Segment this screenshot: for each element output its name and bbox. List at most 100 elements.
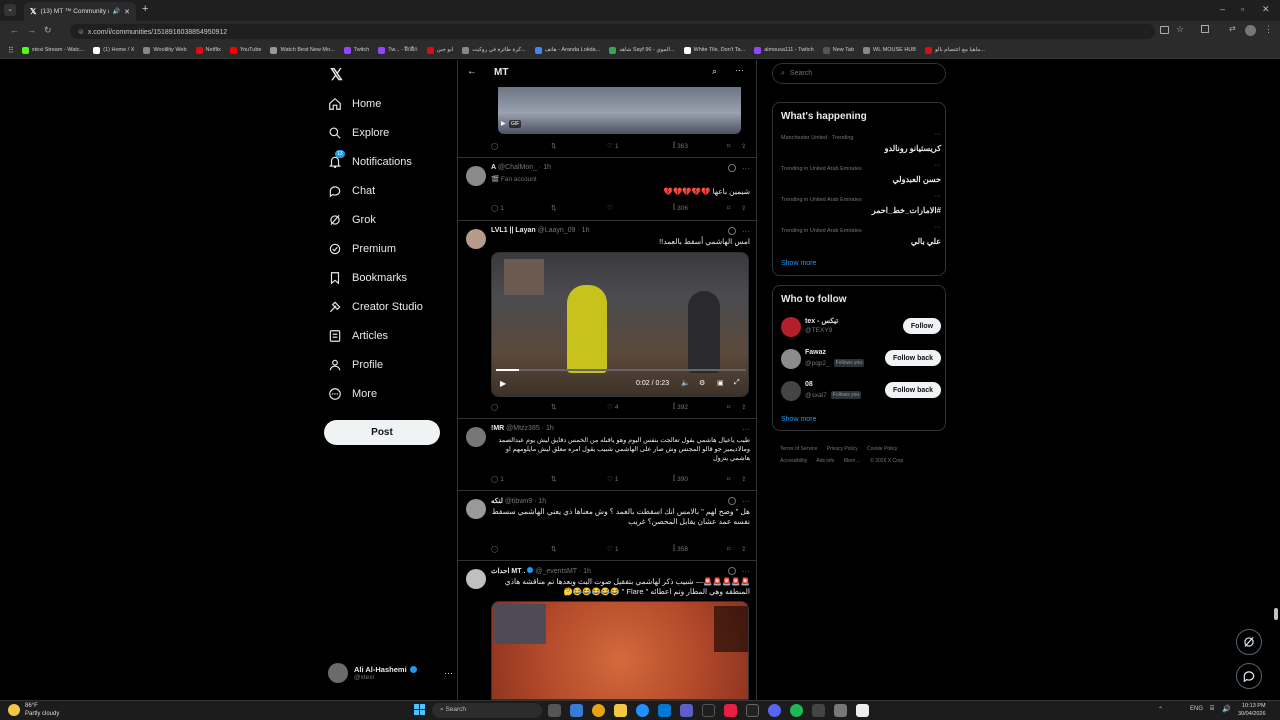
apps-grid-icon[interactable]: ⠿ bbox=[8, 46, 14, 55]
post-button[interactable]: Post bbox=[324, 420, 440, 445]
bookmark-tweet-icon[interactable]: ⌑ bbox=[727, 204, 730, 212]
community-more-icon[interactable]: ··· bbox=[735, 65, 744, 75]
nav-chat[interactable]: Chat bbox=[328, 179, 375, 203]
bookmark-item[interactable]: WL MOUSE HUB bbox=[863, 46, 916, 54]
views-button[interactable]: ⫿ 306 bbox=[673, 204, 688, 212]
browser-tab[interactable]: 𝕏 (13) MT ™ Community / X 🔊 ✕ bbox=[24, 2, 136, 21]
bookmark-tweet-icon[interactable]: ⌑ bbox=[727, 545, 730, 553]
tweet[interactable]: A @ChalMon_ · 1h 🎬 Fan account ··· شيمين… bbox=[458, 158, 756, 221]
tweet-avatar[interactable] bbox=[466, 499, 486, 519]
nav-more[interactable]: More bbox=[328, 382, 377, 406]
trend-item[interactable]: Manchester United · Trending ··· كريستيا… bbox=[781, 131, 941, 161]
bookmark-item[interactable]: ماهيا مع اعتصام بالو... bbox=[924, 46, 985, 54]
bookmark-item[interactable]: White Tile, Don't Ta... bbox=[683, 46, 745, 54]
follow-suggestion[interactable]: tex - تيكس @TEXY9 Follow bbox=[781, 315, 941, 339]
close-tab-icon[interactable]: ✕ bbox=[124, 8, 130, 16]
video-player[interactable]: ▶ 0:02 / 0:23 🔈 ⚙ ▣ ⤢ bbox=[491, 252, 749, 397]
footer-cookie-link[interactable]: Cookie Policy bbox=[867, 446, 897, 452]
task-view-icon[interactable] bbox=[548, 704, 561, 717]
tweet-author-name[interactable]: !MR bbox=[491, 425, 504, 432]
follow-suggestion[interactable]: Fawaz @pqp2_ Follows you Follow back bbox=[781, 347, 941, 371]
nav-profile[interactable]: Profile bbox=[328, 353, 383, 377]
windows-start-icon[interactable] bbox=[414, 704, 426, 716]
like-button[interactable]: ♡ 1 bbox=[607, 475, 618, 484]
account-more-icon[interactable]: ··· bbox=[444, 668, 453, 678]
back-arrow-icon[interactable]: ← bbox=[467, 66, 477, 77]
tweet-avatar[interactable] bbox=[466, 229, 486, 249]
forward-icon[interactable]: → bbox=[27, 25, 36, 35]
trend-more-icon[interactable]: ··· bbox=[934, 224, 941, 231]
nav-notifications[interactable]: 13 Notifications bbox=[328, 150, 412, 174]
bookmark-item[interactable]: YouTube bbox=[229, 46, 261, 54]
trends-show-more-link[interactable]: Show more bbox=[781, 260, 816, 267]
tweet-handle[interactable]: @Laayn_09 · 1h bbox=[538, 227, 590, 234]
minimize-button[interactable]: – bbox=[1220, 4, 1225, 14]
trend-more-icon[interactable]: ··· bbox=[934, 131, 941, 138]
tweet-author-name[interactable]: لنكه bbox=[491, 498, 503, 505]
pip-icon[interactable]: ▣ bbox=[717, 379, 724, 387]
bookmark-tweet-icon[interactable]: ⌑ bbox=[727, 403, 730, 411]
follow-show-more-link[interactable]: Show more bbox=[781, 416, 816, 423]
scrollbar-thumb[interactable] bbox=[1274, 608, 1278, 620]
x-logo-icon[interactable]: 𝕏 bbox=[330, 65, 343, 85]
reply-button[interactable]: ◯ 1 bbox=[491, 475, 504, 484]
notepad-icon[interactable] bbox=[856, 704, 869, 717]
views-button[interactable]: ⫿ 392 bbox=[673, 403, 688, 411]
footer-accessibility-link[interactable]: Accessibility bbox=[780, 458, 807, 464]
tweet[interactable]: LVL1 || Layan @Laayn_09 · 1h ··· امس اله… bbox=[458, 221, 756, 419]
nav-bookmarks[interactable]: Bookmarks bbox=[328, 266, 407, 290]
tweet-handle[interactable]: @Mtzz385 · 1h bbox=[506, 425, 554, 432]
taskbar-search[interactable]: ⌕ Search bbox=[432, 703, 542, 718]
nav-grok[interactable]: Grok bbox=[328, 208, 376, 232]
tweet-handle[interactable]: @tibwn9 · 1h bbox=[505, 498, 546, 505]
retweet-icon[interactable]: ⇅ bbox=[551, 545, 556, 553]
input-language[interactable]: ENG bbox=[1190, 706, 1203, 712]
store-icon[interactable] bbox=[658, 704, 671, 717]
footer-ads-link[interactable]: Ads info bbox=[816, 458, 834, 464]
video-progress[interactable] bbox=[496, 369, 746, 371]
play-icon[interactable]: ▶ bbox=[500, 379, 506, 388]
tweet-author-name[interactable]: LVL1 || Layan bbox=[491, 227, 536, 234]
bookmark-item[interactable]: هاتف - Aranda Lokda... bbox=[534, 46, 600, 54]
file-explorer-icon[interactable] bbox=[614, 704, 627, 717]
discord-icon[interactable] bbox=[768, 704, 781, 717]
trend-item[interactable]: Trending in United Arab Emirates ··· #ال… bbox=[781, 193, 941, 223]
views-button[interactable]: ⫿ 363 bbox=[673, 142, 688, 150]
tweet-image[interactable] bbox=[491, 601, 749, 700]
follow-back-button[interactable]: Follow back bbox=[885, 382, 941, 398]
share-icon[interactable]: ⇪ bbox=[741, 142, 746, 150]
extensions-icon[interactable] bbox=[1201, 25, 1209, 33]
tweet-handle[interactable]: @ChalMon_ · 1h bbox=[498, 164, 551, 171]
trend-more-icon[interactable]: ··· bbox=[934, 193, 941, 200]
teams-icon[interactable] bbox=[680, 704, 693, 717]
bookmark-item[interactable]: شاهد Sayf 96 - الموي... bbox=[609, 46, 675, 54]
like-button[interactable]: ♡ 1 bbox=[607, 545, 618, 554]
nav-premium[interactable]: Premium bbox=[328, 237, 396, 261]
bookmark-item[interactable]: Tw... - ฝึกฝืก bbox=[378, 46, 418, 54]
follow-button[interactable]: Follow bbox=[903, 318, 941, 334]
network-icon[interactable]: ⌸ bbox=[1210, 705, 1214, 713]
bookmark-item[interactable]: Woolility Web bbox=[143, 46, 187, 54]
tweet-author-name[interactable]: A bbox=[491, 164, 496, 171]
retweet-icon[interactable]: ⇅ bbox=[551, 403, 556, 411]
tweet-more-icon[interactable]: ··· bbox=[742, 227, 750, 236]
tweet-more-icon[interactable]: ··· bbox=[742, 425, 750, 434]
page-scrollbar[interactable] bbox=[1273, 62, 1278, 700]
clock[interactable]: 10:13 PM 30/04/2026 bbox=[1238, 702, 1266, 718]
follow-suggestion[interactable]: 08 @sxai7 Follows you Follow back bbox=[781, 379, 941, 403]
trend-item[interactable]: Trending in United Arab Emirates ··· حسن… bbox=[781, 162, 941, 192]
play-icon[interactable]: ▶ bbox=[501, 120, 506, 127]
tweet-avatar[interactable] bbox=[466, 427, 486, 447]
maximize-button[interactable]: ▫ bbox=[1241, 4, 1244, 14]
bookmark-item[interactable]: Twitch bbox=[343, 46, 369, 54]
bookmark-item[interactable]: Netflix bbox=[195, 46, 221, 54]
spotify-icon[interactable] bbox=[790, 704, 803, 717]
grok-explain-icon[interactable] bbox=[728, 497, 736, 505]
star-icon[interactable]: ☆ bbox=[1176, 24, 1184, 35]
retweet-icon[interactable]: ⇅ bbox=[551, 204, 556, 212]
close-window-button[interactable]: ✕ bbox=[1262, 4, 1270, 15]
chrome-icon[interactable] bbox=[592, 704, 605, 717]
retweet-icon[interactable]: ⇅ bbox=[551, 475, 556, 483]
nav-articles[interactable]: Articles bbox=[328, 324, 388, 348]
edge-icon[interactable] bbox=[636, 704, 649, 717]
